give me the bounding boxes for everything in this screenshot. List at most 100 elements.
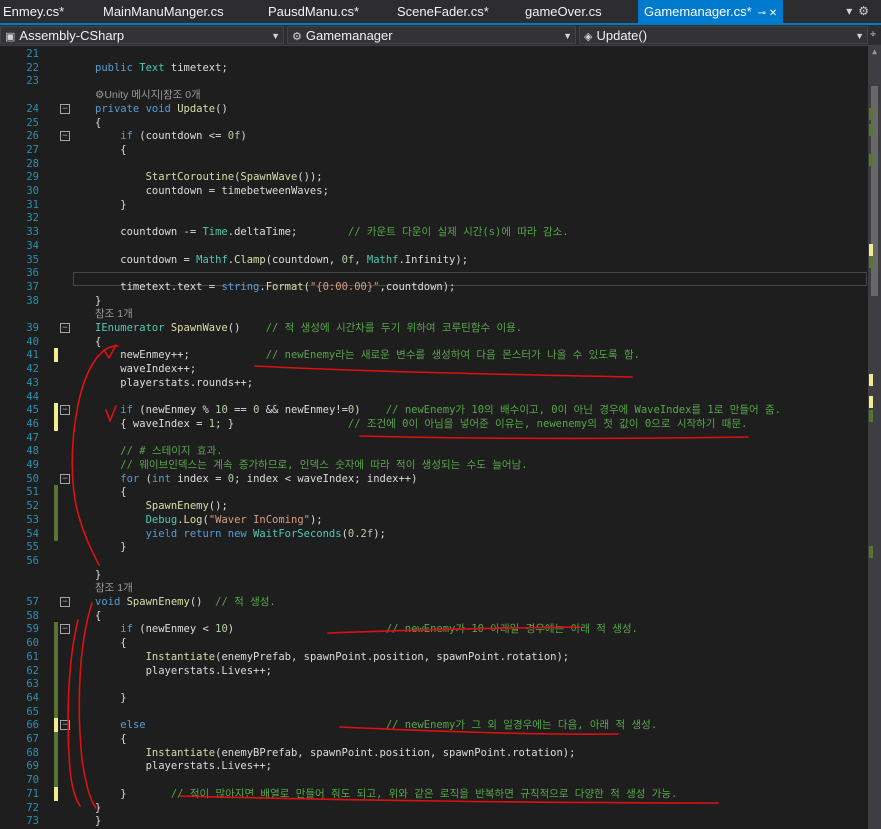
- line-number: 56: [26, 555, 39, 567]
- code-line[interactable]: 36: [0, 266, 868, 280]
- code-line[interactable]: 30 countdown = timebetweenWaves;: [0, 184, 868, 198]
- code-line[interactable]: 55 }: [0, 540, 868, 554]
- code-line[interactable]: 46 { waveIndex = 1; } // 조건에 0이 아님을 넣어준 …: [0, 417, 868, 431]
- tab-pausdmanu[interactable]: PausdManu.cs*: [262, 0, 389, 23]
- codelens-references[interactable]: 참조 1개: [0, 581, 868, 595]
- code-line[interactable]: 40 {: [0, 335, 868, 349]
- code-line[interactable]: 37 timetext.text = string.Format("{0:00.…: [0, 280, 868, 294]
- code-line[interactable]: 64 }: [0, 691, 868, 705]
- code-line[interactable]: 35 countdown = Mathf.Clamp(countdown, 0f…: [0, 253, 868, 267]
- code-line[interactable]: 52 SpawnEnemy();: [0, 499, 868, 513]
- code-line[interactable]: 24 − private void Update(): [0, 102, 868, 116]
- code-line[interactable]: 44: [0, 390, 868, 404]
- code-line[interactable]: 62 playerstats.Lives++;: [0, 664, 868, 678]
- tab-enmey[interactable]: Enmey.cs*: [0, 0, 97, 23]
- pin-icon[interactable]: ⊸: [758, 8, 766, 19]
- code-line[interactable]: 23: [0, 74, 868, 88]
- code-line[interactable]: 43 playerstats.rounds++;: [0, 376, 868, 390]
- code-line[interactable]: 61 Instantiate(enemyPrefab, spawnPoint.p…: [0, 650, 868, 664]
- collapse-toggle-icon[interactable]: −: [60, 597, 70, 607]
- code-line[interactable]: 21: [0, 47, 868, 61]
- code-line[interactable]: 51 {: [0, 485, 868, 499]
- collapse-toggle-icon[interactable]: −: [60, 474, 70, 484]
- code-line[interactable]: 42 waveIndex++;: [0, 362, 868, 376]
- code-token-plain: .deltaTime;: [227, 226, 348, 238]
- code-text: countdown = timebetweenWaves;: [95, 184, 329, 198]
- code-token-type: Text: [139, 62, 171, 74]
- code-line[interactable]: 26 − if (countdown <= 0f): [0, 129, 868, 143]
- code-line[interactable]: 22 public Text timetext;: [0, 61, 868, 75]
- code-text: {: [95, 609, 101, 623]
- code-text: }: [95, 691, 126, 705]
- code-line[interactable]: 63: [0, 677, 868, 691]
- code-line[interactable]: 50 − for (int index = 0; index < waveInde…: [0, 472, 868, 486]
- tab-scenefader[interactable]: SceneFader.cs*: [391, 0, 518, 23]
- code-line[interactable]: 49 // 웨이브인덱스는 계속 증가하므로, 인덱스 숫자에 따라 적이 생성…: [0, 458, 868, 472]
- collapse-toggle-icon[interactable]: −: [60, 624, 70, 634]
- class-dropdown[interactable]: ⚙ Gamemanager ▼: [287, 26, 576, 44]
- code-line[interactable]: 29 StartCoroutine(SpawnWave());: [0, 170, 868, 184]
- code-token-kw: if: [120, 130, 140, 142]
- code-text: {: [95, 116, 101, 130]
- code-line[interactable]: 32: [0, 211, 868, 225]
- codelens-references[interactable]: ⚙Unity 메시지|참조 0개: [0, 88, 868, 102]
- line-number: 66: [26, 719, 39, 731]
- code-line[interactable]: 70: [0, 773, 868, 787]
- codelens-references[interactable]: 참조 1개: [0, 307, 868, 321]
- code-line[interactable]: 59 − if (newEnmey < 10) // newEnemy가 10 아…: [0, 622, 868, 636]
- code-line[interactable]: 27 {: [0, 143, 868, 157]
- code-text: {: [95, 485, 126, 499]
- scroll-up-arrow-icon[interactable]: ▲: [868, 46, 881, 58]
- collapse-toggle-icon[interactable]: −: [60, 131, 70, 141]
- code-token-plain: (enemyPrefab, spawnPoint.position, spawn…: [215, 651, 570, 663]
- code-line[interactable]: 25 {: [0, 116, 868, 130]
- settings-gear-icon[interactable]: ⚙: [858, 4, 875, 18]
- collapse-toggle-icon[interactable]: −: [60, 720, 70, 730]
- code-line[interactable]: 39 − IEnumerator SpawnWave() // 적 생성에 시간차를…: [0, 321, 868, 335]
- overflow-dropdown-icon[interactable]: ▾: [846, 4, 858, 18]
- code-line[interactable]: 38}: [0, 294, 868, 308]
- code-editor[interactable]: 21 22 public Text timetext; 23 ⚙Unity 메시지|참조…: [0, 46, 868, 829]
- code-line[interactable]: 45 − if (newEnmey % 10 == 0 && newEnmey!=…: [0, 403, 868, 417]
- collapse-toggle-icon[interactable]: −: [60, 405, 70, 415]
- line-number: 62: [26, 665, 39, 677]
- code-line[interactable]: 31 }: [0, 198, 868, 212]
- code-line[interactable]: 65: [0, 705, 868, 719]
- line-number: 68: [26, 747, 39, 759]
- code-line[interactable]: 69 playerstats.Lives++;: [0, 759, 868, 773]
- split-window-icon[interactable]: ÷: [870, 26, 881, 44]
- code-line[interactable]: 34: [0, 239, 868, 253]
- code-line[interactable]: 72}: [0, 801, 868, 815]
- code-line[interactable]: 48 // # 스테이지 효과.: [0, 444, 868, 458]
- code-line[interactable]: 54 yield return new WaitForSeconds(0.2f)…: [0, 527, 868, 541]
- code-line[interactable]: 53 Debug.Log("Waver InComing");: [0, 513, 868, 527]
- code-text: { waveIndex = 1; } // 조건에 0이 아님을 넣어준 이유는…: [95, 417, 747, 431]
- code-line[interactable]: 56: [0, 554, 868, 568]
- code-line[interactable]: 58 {: [0, 609, 868, 623]
- code-line[interactable]: 57 − void SpawnEnemy() // 적 생성.: [0, 595, 868, 609]
- code-line[interactable]: 66 − else // newEnemy가 그 외 일경우에는 다음, 아래 적…: [0, 718, 868, 732]
- code-line[interactable]: 33 countdown -= Time.deltaTime; // 카운트 다…: [0, 225, 868, 239]
- collapse-toggle-icon[interactable]: −: [60, 104, 70, 114]
- code-line[interactable]: 67 {: [0, 732, 868, 746]
- code-line[interactable]: 41 newEnmey++; // newEnemy라는 새로운 변수를 생성하…: [0, 348, 868, 362]
- code-line[interactable]: 28: [0, 157, 868, 171]
- tab-mainmanumanger[interactable]: MainManuManger.cs: [97, 0, 262, 23]
- code-line[interactable]: 73}: [0, 814, 868, 828]
- collapse-toggle-icon[interactable]: −: [60, 323, 70, 333]
- code-line[interactable]: 60 {: [0, 636, 868, 650]
- code-line[interactable]: 71 } // 적이 많아지면 배열로 만들어 줘도 되고, 위와 같은 로직을…: [0, 787, 868, 801]
- code-line[interactable]: 68 Instantiate(enemyBPrefab, spawnPoint.…: [0, 746, 868, 760]
- line-number: 53: [26, 514, 39, 526]
- code-line[interactable]: }: [0, 568, 868, 582]
- tab-gameover[interactable]: gameOver.cs: [519, 0, 637, 23]
- code-text: if (newEnmey % 10 == 0 && newEnmey!=0) /…: [95, 403, 781, 417]
- tab-gamemanager[interactable]: Gamemanager.cs* ⊸ ✕: [638, 0, 783, 23]
- project-dropdown[interactable]: ▣ Assembly-CSharp ▼: [0, 26, 284, 44]
- code-line[interactable]: 47: [0, 431, 868, 445]
- close-icon[interactable]: ✕: [769, 8, 777, 19]
- member-dropdown[interactable]: ◈ Update() ▼: [579, 26, 868, 44]
- vertical-scrollbar[interactable]: ▲: [868, 46, 881, 829]
